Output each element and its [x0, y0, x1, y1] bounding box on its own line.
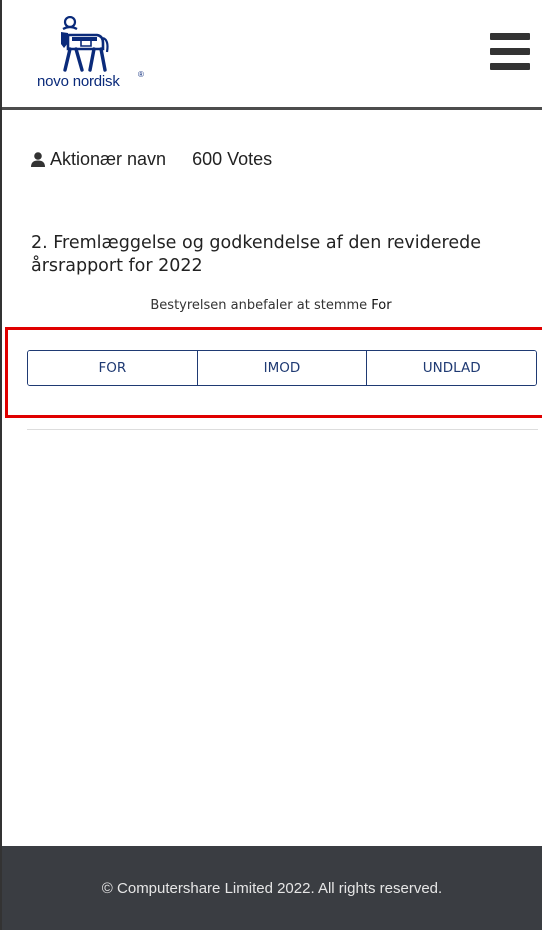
- menu-bar-middle: [490, 48, 530, 55]
- page-footer: © Computershare Limited 2022. All rights…: [2, 846, 542, 930]
- menu-bar-bottom: [490, 63, 530, 70]
- highlight-box: [5, 327, 542, 418]
- brand-name: novo nordisk: [37, 73, 120, 90]
- vote-count: 600 Votes: [192, 148, 273, 169]
- shareholder-info: Aktionær navn 600 Votes: [31, 148, 272, 170]
- agenda-item-title: 2. Fremlæggelse og godkendelse af den re…: [31, 233, 481, 276]
- shareholder-name: Aktionær navn: [50, 148, 167, 169]
- recommendation-text: Bestyrelsen anbefaler at stemme: [150, 298, 368, 313]
- app-header: novo nordisk ®: [2, 0, 542, 110]
- menu-bar-top: [490, 33, 530, 40]
- recommendation-value: For: [371, 298, 392, 313]
- app-frame: [0, 0, 542, 930]
- copyright-text: © Computershare Limited 2022. All rights…: [101, 879, 443, 897]
- hamburger-menu-icon[interactable]: [490, 33, 530, 71]
- section-divider: [27, 429, 538, 430]
- apis-bull-logo-icon: [61, 16, 109, 72]
- brand-logo[interactable]: novo nordisk ®: [37, 16, 147, 100]
- user-icon: [31, 151, 45, 167]
- brand-registered-mark: ®: [138, 70, 144, 79]
- board-recommendation: Bestyrelsen anbefaler at stemme For: [0, 298, 542, 313]
